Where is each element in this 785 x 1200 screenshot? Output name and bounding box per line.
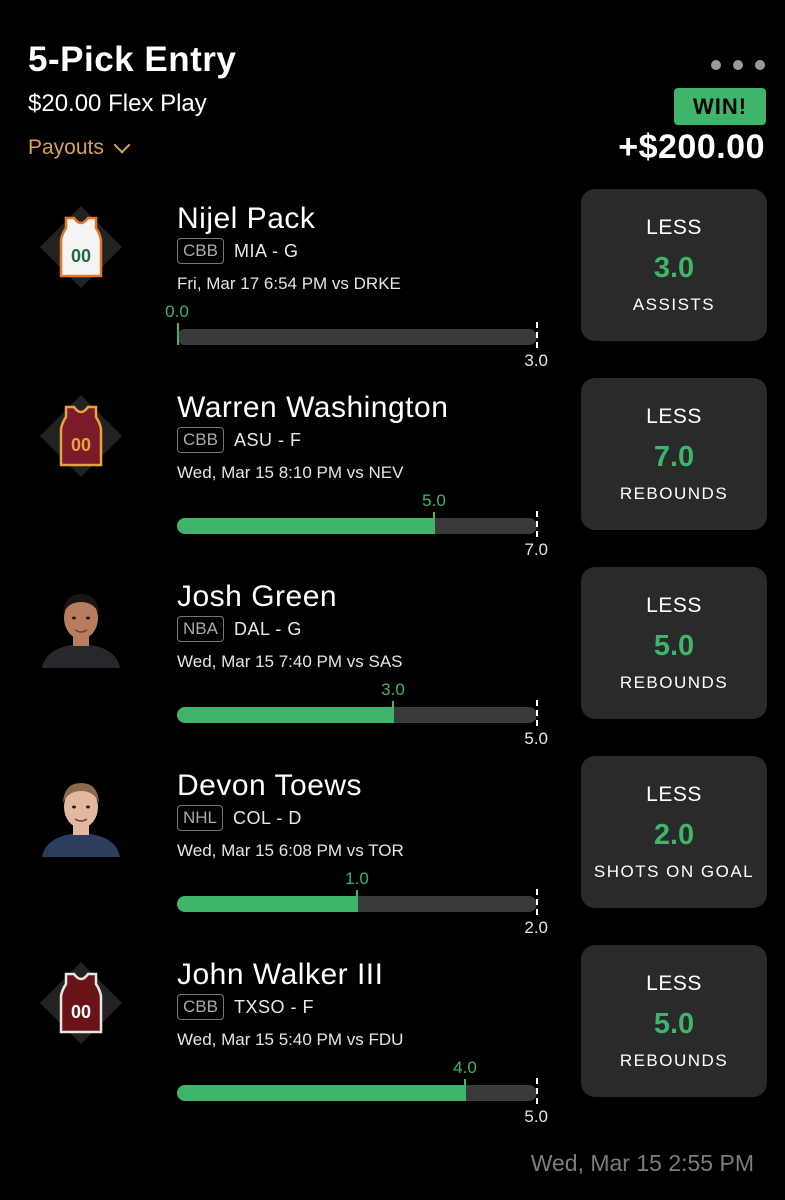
progress-marker bbox=[177, 323, 179, 345]
league-badge: NHL bbox=[177, 805, 224, 831]
pick-direction: LESS bbox=[646, 593, 702, 617]
pick-direction: LESS bbox=[646, 215, 702, 239]
game-info: Wed, Mar 15 7:40 PM vs SAS bbox=[177, 652, 403, 671]
progress-marker bbox=[356, 890, 358, 912]
player-name[interactable]: John Walker III bbox=[177, 958, 383, 992]
jersey-icon: 00 bbox=[38, 204, 124, 290]
pick-card[interactable]: LESS 5.0 REBOUNDS bbox=[581, 567, 767, 719]
more-options-icon[interactable] bbox=[711, 60, 765, 70]
pick-line: 2.0 bbox=[653, 818, 695, 851]
progress-bar: 0.0 3.0 bbox=[165, 302, 548, 370]
player-meta: CBB ASU - F bbox=[177, 427, 301, 453]
progress-bar: 5.0 7.0 bbox=[177, 491, 548, 559]
progress-fill bbox=[177, 1085, 465, 1101]
actual-value: 3.0 bbox=[381, 680, 405, 699]
progress-fill bbox=[177, 896, 357, 912]
pick-row[interactable]: Josh Green NBA DAL - G Wed, Mar 15 7:40 … bbox=[0, 567, 785, 769]
league-badge: CBB bbox=[177, 238, 224, 264]
target-value: 3.0 bbox=[524, 351, 548, 370]
pick-stat: SHOTS ON GOAL bbox=[593, 861, 755, 881]
actual-value: 1.0 bbox=[345, 869, 369, 888]
player-name[interactable]: Devon Toews bbox=[177, 769, 362, 803]
game-info: Wed, Mar 15 8:10 PM vs NEV bbox=[177, 463, 404, 482]
pick-row[interactable]: 00 John Walker III CBB TXSO - F Wed, Mar… bbox=[0, 945, 785, 1147]
entry-subtitle: $20.00 Flex Play bbox=[28, 90, 207, 117]
player-name[interactable]: Nijel Pack bbox=[177, 202, 315, 236]
progress-marker bbox=[464, 1079, 466, 1101]
pick-row[interactable]: 00 Nijel Pack CBB MIA - G Fri, Mar 17 6:… bbox=[0, 189, 785, 391]
player-headshot bbox=[38, 771, 124, 857]
pick-direction: LESS bbox=[646, 782, 702, 806]
target-value: 2.0 bbox=[524, 918, 548, 937]
player-meta: NBA DAL - G bbox=[177, 616, 302, 642]
team-position: COL - D bbox=[233, 807, 302, 828]
player-name[interactable]: Josh Green bbox=[177, 580, 337, 614]
progress-track bbox=[177, 329, 537, 345]
player-meta: CBB MIA - G bbox=[177, 238, 298, 264]
payouts-label: Payouts bbox=[28, 136, 104, 159]
jersey-icon: 00 bbox=[38, 960, 124, 1046]
pick-direction: LESS bbox=[646, 404, 702, 428]
game-info: Fri, Mar 17 6:54 PM vs DRKE bbox=[177, 274, 401, 293]
league-badge: CBB bbox=[177, 427, 224, 453]
game-info: Wed, Mar 15 6:08 PM vs TOR bbox=[177, 841, 404, 860]
league-badge: NBA bbox=[177, 616, 224, 642]
progress-marker bbox=[392, 701, 394, 723]
target-line bbox=[536, 322, 538, 348]
target-line bbox=[536, 1078, 538, 1104]
actual-value: 4.0 bbox=[453, 1058, 477, 1077]
player-meta: NHL COL - D bbox=[177, 805, 302, 831]
actual-value: 5.0 bbox=[422, 491, 446, 510]
payouts-toggle[interactable]: Payouts bbox=[28, 136, 131, 160]
progress-bar: 1.0 2.0 bbox=[177, 869, 548, 937]
jersey-icon: 00 bbox=[38, 393, 124, 479]
pick-line: 7.0 bbox=[653, 440, 695, 473]
pick-card[interactable]: LESS 2.0 SHOTS ON GOAL bbox=[581, 756, 767, 908]
pick-line: 5.0 bbox=[653, 629, 695, 662]
pick-card[interactable]: LESS 3.0 ASSISTS bbox=[581, 189, 767, 341]
team-position: MIA - G bbox=[233, 240, 299, 261]
team-position: ASU - F bbox=[233, 429, 302, 450]
svg-text:00: 00 bbox=[71, 435, 91, 455]
svg-text:00: 00 bbox=[71, 1002, 91, 1022]
target-value: 5.0 bbox=[524, 1107, 548, 1126]
target-line bbox=[536, 511, 538, 537]
player-meta: CBB TXSO - F bbox=[177, 994, 314, 1020]
progress-bar: 4.0 5.0 bbox=[177, 1058, 548, 1126]
pick-row[interactable]: 00 Warren Washington CBB ASU - F Wed, Ma… bbox=[0, 378, 785, 580]
target-value: 7.0 bbox=[524, 540, 548, 559]
pick-row[interactable]: Devon Toews NHL COL - D Wed, Mar 15 6:08… bbox=[0, 756, 785, 958]
game-info: Wed, Mar 15 5:40 PM vs FDU bbox=[177, 1030, 404, 1049]
pick-line: 3.0 bbox=[653, 251, 695, 284]
target-value: 5.0 bbox=[524, 729, 548, 748]
target-line bbox=[536, 889, 538, 915]
pick-direction: LESS bbox=[646, 971, 702, 995]
progress-bar: 3.0 5.0 bbox=[177, 680, 548, 748]
team-position: DAL - G bbox=[233, 618, 302, 639]
pick-card[interactable]: LESS 5.0 REBOUNDS bbox=[581, 945, 767, 1097]
win-badge: WIN! bbox=[674, 88, 766, 125]
entry-timestamp: Wed, Mar 15 2:55 PM bbox=[530, 1150, 754, 1176]
progress-fill bbox=[177, 518, 434, 534]
league-badge: CBB bbox=[177, 994, 224, 1020]
pick-stat: REBOUNDS bbox=[619, 483, 729, 503]
pick-stat: REBOUNDS bbox=[619, 672, 729, 692]
player-headshot bbox=[38, 582, 124, 668]
chevron-down-icon bbox=[113, 136, 131, 154]
actual-value: 0.0 bbox=[165, 302, 189, 321]
progress-fill bbox=[177, 707, 393, 723]
progress-marker bbox=[433, 512, 435, 534]
pick-line: 5.0 bbox=[653, 1007, 695, 1040]
pick-stat: REBOUNDS bbox=[619, 1050, 729, 1070]
pick-stat: ASSISTS bbox=[632, 294, 716, 314]
player-name[interactable]: Warren Washington bbox=[177, 391, 448, 425]
pick-card[interactable]: LESS 7.0 REBOUNDS bbox=[581, 378, 767, 530]
payout-amount: +$200.00 bbox=[618, 128, 765, 166]
svg-text:00: 00 bbox=[71, 246, 91, 266]
entry-title: 5-Pick Entry bbox=[28, 40, 237, 79]
target-line bbox=[536, 700, 538, 726]
team-position: TXSO - F bbox=[233, 996, 314, 1017]
